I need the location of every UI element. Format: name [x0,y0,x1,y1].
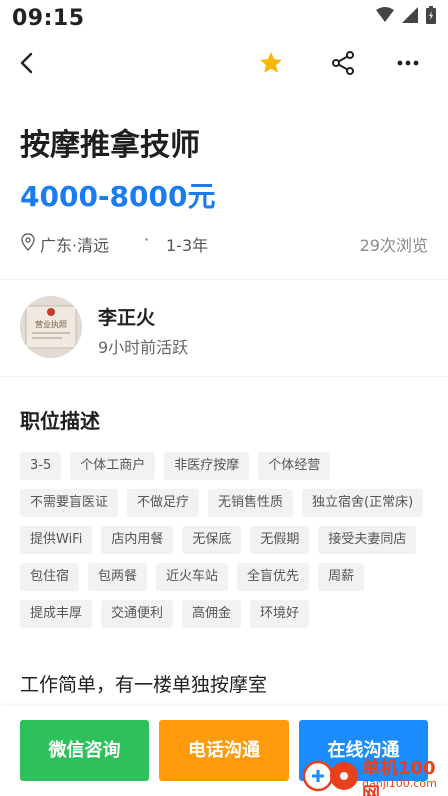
job-tag: 独立宿舍(正常床) [302,489,424,517]
job-tag: 无保底 [182,526,242,554]
job-view-count: 29次浏览 [359,236,428,255]
status-time: 09:15 [12,6,85,31]
job-tag: 无假期 [250,526,310,554]
job-location: 广东·清远 [40,236,110,255]
job-tag: 不做足疗 [127,489,200,517]
job-tag: 不需要盲医证 [20,489,119,517]
divider [0,279,448,280]
job-tags: 3-5 个体工商户 非医疗按摩 个体经营不需要盲医证 不做足疗 无销售性质 独立宿舍(正常床… [20,452,430,628]
job-tag: 无销售性质 [208,489,294,517]
back-arrow-icon[interactable] [14,50,40,76]
job-tag: 周薪 [318,563,365,591]
job-tag: 接受夫妻同店 [318,526,417,554]
nav-bar [0,40,448,86]
watermark: 单机100网 danji100.com [300,752,446,796]
battery-icon [426,6,436,24]
job-tag: 交通便利 [101,600,174,628]
job-tag: 3-5 [20,452,62,480]
job-tag: 高佣金 [182,600,242,628]
job-tag: 提供WiFi [20,526,93,554]
recruiter-avatar[interactable]: 营业执照 [20,296,82,358]
recruiter-active-status: 9小时前活跃 [98,338,189,357]
job-tag: 个体工商户 [70,452,156,480]
job-experience: 1-3年 [166,236,209,255]
wifi-icon [376,7,394,22]
job-tag: 全盲优先 [237,563,310,591]
watermark-url: danji100.com [362,777,437,790]
watermark-logo-icon [302,760,358,792]
signal-icon [402,7,418,23]
favorite-star-icon[interactable] [258,50,284,76]
meta-separator: · [144,230,150,249]
job-tag: 包住宿 [20,563,80,591]
job-meta-row: 广东·清远 · 1-3年 29次浏览 [20,230,428,255]
job-description-text: 工作简单，有一楼单独按摩室 [20,674,268,696]
job-title: 按摩推拿技师 [20,128,200,163]
section-title-job-description: 职位描述 [20,409,100,433]
job-tag: 环境好 [250,600,310,628]
share-icon[interactable] [330,50,356,76]
location-pin-icon [21,233,35,251]
job-tag: 个体经营 [258,452,331,480]
job-tag: 提成丰厚 [20,600,93,628]
job-tag: 近火车站 [156,563,229,591]
status-bar: 09:15 [0,0,448,40]
more-options-icon[interactable] [395,50,421,76]
avatar-text: 营业执照 [35,319,67,329]
job-tag: 非医疗按摩 [164,452,250,480]
divider [0,376,448,377]
wechat-consult-button[interactable]: 微信咨询 [20,720,149,781]
job-tag: 包两餐 [88,563,148,591]
status-icons [376,6,436,24]
phone-contact-button[interactable]: 电话沟通 [159,720,289,781]
recruiter-name[interactable]: 李正火 [98,303,155,330]
job-tag: 店内用餐 [101,526,174,554]
job-salary: 4000-8000元 [20,180,216,213]
